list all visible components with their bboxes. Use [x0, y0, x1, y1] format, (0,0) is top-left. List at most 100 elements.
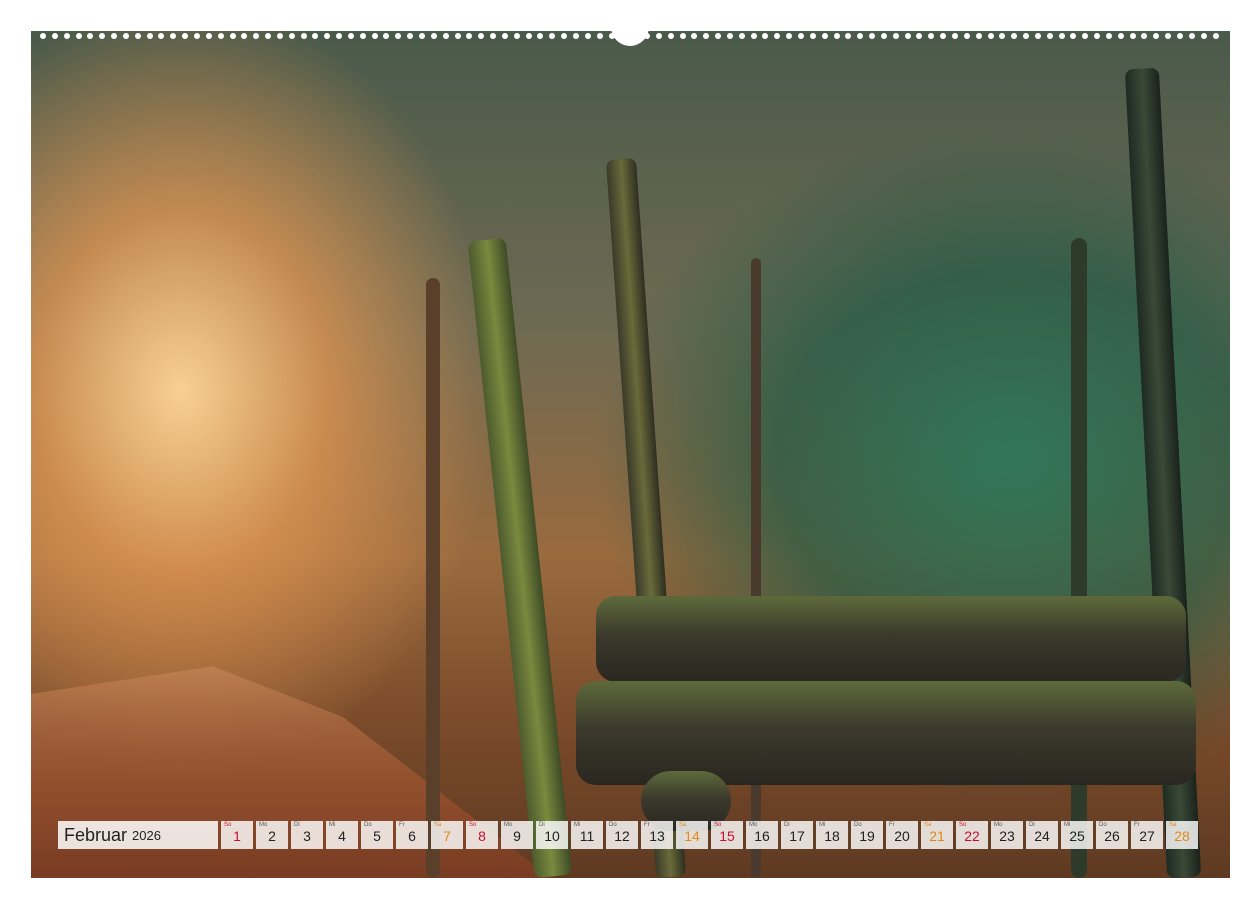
binding-hole	[821, 33, 828, 39]
binding-hole	[537, 33, 544, 39]
day-number: 27	[1139, 828, 1155, 844]
binding-hole	[300, 33, 307, 39]
tree-trunk	[751, 258, 761, 878]
binding-hole	[170, 33, 177, 39]
binding-hole	[916, 33, 923, 39]
day-cell: Do 19	[851, 821, 883, 849]
binding-hole	[490, 33, 497, 39]
binding-hole	[1082, 33, 1089, 39]
binding-hole	[1105, 33, 1112, 39]
day-number: 19	[859, 828, 875, 844]
day-number: 28	[1174, 828, 1190, 844]
forest-photo	[31, 31, 1230, 878]
day-cell: Fr 13	[641, 821, 673, 849]
log-bottom	[576, 681, 1196, 785]
binding-hole	[880, 33, 887, 39]
binding-hole	[158, 33, 165, 39]
binding-hole	[407, 33, 414, 39]
binding-hole	[146, 33, 153, 39]
binding-hole	[501, 33, 508, 39]
binding-hole	[111, 33, 118, 39]
binding-hole	[833, 33, 840, 39]
binding-hole	[774, 33, 781, 39]
day-number: 23	[999, 828, 1015, 844]
day-cell: Sa 28	[1166, 821, 1198, 849]
binding-hole	[99, 33, 106, 39]
binding-hole	[63, 33, 70, 39]
binding-hole	[466, 33, 473, 39]
day-number: 17	[789, 828, 805, 844]
log-top	[596, 596, 1186, 682]
binding-hole	[1034, 33, 1041, 39]
binding-hole	[217, 33, 224, 39]
binding-hole	[857, 33, 864, 39]
day-cell: Do 12	[606, 821, 638, 849]
binding-hole	[288, 33, 295, 39]
binding-hole	[703, 33, 710, 39]
day-number: 26	[1104, 828, 1120, 844]
day-number: 25	[1069, 828, 1085, 844]
day-number: 2	[268, 828, 276, 844]
binding-hole	[904, 33, 911, 39]
year-label: 2026	[132, 827, 161, 843]
day-number: 16	[754, 828, 770, 844]
binding-hole	[892, 33, 899, 39]
day-cell: Mi 4	[326, 821, 358, 849]
binding-hole	[40, 33, 46, 39]
binding-hole	[276, 33, 283, 39]
binding-hole	[1094, 33, 1101, 39]
binding-hole	[442, 33, 449, 39]
day-cell: Di 3	[291, 821, 323, 849]
day-cell: Di 10	[536, 821, 568, 849]
day-number: 14	[684, 828, 700, 844]
day-cell: Mo 16	[746, 821, 778, 849]
day-number: 10	[544, 828, 560, 844]
day-number: 22	[964, 828, 980, 844]
month-label-box: Februar 2026	[58, 821, 218, 849]
day-number: 11	[579, 828, 595, 844]
binding-hole	[371, 33, 378, 39]
binding-hole	[347, 33, 354, 39]
binding-hole	[1212, 33, 1219, 39]
binding-hole	[1141, 33, 1148, 39]
binding-hole	[75, 33, 82, 39]
day-cell: Sa 14	[676, 821, 708, 849]
binding-hole	[122, 33, 129, 39]
binding-hole	[655, 33, 662, 39]
binding-hole	[1023, 33, 1030, 39]
binding-hole	[383, 33, 390, 39]
binding-hole	[738, 33, 745, 39]
day-number: 9	[513, 828, 521, 844]
binding-hole	[1129, 33, 1136, 39]
calendar-strip: Februar 2026 So 1 Mo 2 Di 3 Mi 4 Do 5 Fr 6 Sa 7 So 8 Mo 9…	[58, 821, 1198, 849]
binding-hole	[786, 33, 793, 39]
day-number: 24	[1034, 828, 1050, 844]
day-number: 18	[824, 828, 840, 844]
binding-hole	[951, 33, 958, 39]
day-cell: Mo 23	[991, 821, 1023, 849]
binding-hole	[1200, 33, 1207, 39]
binding-hole	[1070, 33, 1077, 39]
day-number: 5	[373, 828, 381, 844]
day-cell: Fr 20	[886, 821, 918, 849]
binding-hole	[1046, 33, 1053, 39]
day-cell: Sa 7	[431, 821, 463, 849]
binding-hole	[241, 33, 248, 39]
binding-hole	[1177, 33, 1183, 39]
binding-hole	[134, 33, 141, 39]
binding-hole	[336, 33, 343, 39]
binding-hole	[193, 33, 200, 39]
day-cell: Mi 11	[571, 821, 603, 849]
binding-hole	[312, 33, 319, 39]
day-cell: Do 26	[1096, 821, 1128, 849]
binding-hole	[845, 33, 852, 39]
binding-hole	[596, 33, 603, 39]
day-cell: Mo 2	[256, 821, 288, 849]
binding-hole	[513, 33, 520, 39]
binding-hole	[762, 33, 769, 39]
binding-hole	[1011, 33, 1018, 39]
day-number: 15	[719, 828, 735, 844]
binding-hole	[359, 33, 366, 39]
binding-hole	[419, 33, 425, 39]
day-cell: Fr 6	[396, 821, 428, 849]
